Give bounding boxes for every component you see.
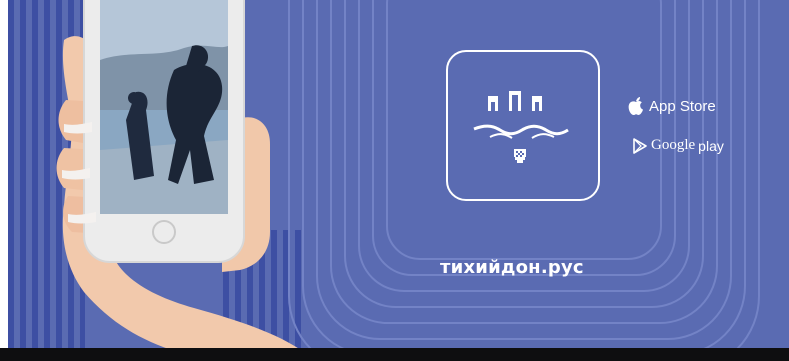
google-play-label: Google [651, 137, 696, 153]
bottom-bar [0, 348, 789, 361]
castle-towers-river-logo-icon [473, 91, 569, 163]
google-play-link[interactable]: Google play [633, 137, 724, 154]
city-logo [446, 50, 600, 201]
google-play-suffix: play [698, 137, 724, 154]
app-store-link[interactable]: App Store [627, 96, 716, 116]
app-store-label: App Store [649, 97, 716, 115]
website-url[interactable]: тихийдон.рус [440, 257, 584, 278]
hand-holding-phone-illustration [56, 0, 304, 352]
google-play-icon [633, 137, 651, 154]
apple-icon [627, 96, 649, 116]
app-promo-banner: App Store Google play тихийдон.рус [8, 0, 789, 361]
